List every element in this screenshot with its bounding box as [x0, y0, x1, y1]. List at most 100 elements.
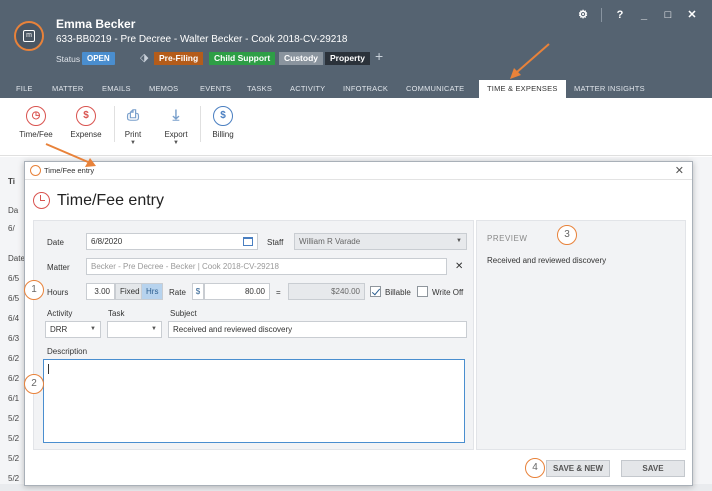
write-off-label: Write Off	[432, 288, 464, 297]
billing-dollar-icon: $	[213, 106, 233, 126]
dialog-window-title: Time/Fee entry	[44, 166, 95, 175]
activity-select[interactable]: DRR ▼	[45, 321, 101, 338]
export-button[interactable]: ⤓ Export ▼	[159, 106, 193, 146]
clock-icon	[30, 165, 41, 176]
toolbar-separator	[200, 106, 201, 142]
expense-button[interactable]: $ Expense	[66, 106, 106, 139]
menu-matter[interactable]: MATTER	[52, 80, 83, 98]
printer-icon: ⎙	[126, 107, 139, 124]
callout-1: 1	[24, 280, 44, 300]
table-row[interactable]: 5/2	[8, 454, 19, 463]
menu-time-expenses[interactable]: TIME & EXPENSES	[479, 80, 566, 98]
time-fee-entry-dialog: Time/Fee entry ✕ Time/Fee entry Date 6/8…	[24, 161, 693, 486]
tag-custody[interactable]: Custody	[279, 52, 323, 65]
help-icon[interactable]: ?	[608, 7, 632, 23]
staff-select[interactable]: William R Varade ▼	[294, 233, 467, 250]
client-name: Emma Becker	[56, 17, 136, 31]
chevron-down-icon: ▼	[173, 140, 179, 146]
time-fee-label: Time/Fee	[19, 130, 53, 139]
expense-label: Expense	[70, 130, 102, 139]
billable-label: Billable	[385, 288, 411, 297]
menu-bar: FILE MATTER EMAILS MEMOS EVENTS TASKS AC…	[0, 80, 712, 98]
table-row[interactable]: 6/5	[8, 294, 19, 303]
dialog-close-button[interactable]: ✕	[675, 164, 684, 177]
currency-symbol: $	[192, 283, 204, 300]
activity-label: Activity	[47, 309, 73, 318]
table-row[interactable]: 5/2	[8, 474, 19, 483]
dollar-icon: $	[76, 106, 96, 126]
clock-icon	[33, 192, 50, 209]
menu-events[interactable]: EVENTS	[200, 80, 231, 98]
table-row[interactable]: 6/3	[8, 334, 19, 343]
date-label: Date	[47, 238, 64, 247]
tag-icon: ⬗	[140, 52, 149, 64]
callout-3: 3	[557, 225, 577, 245]
time-fee-button[interactable]: ◷ Time/Fee	[16, 106, 56, 139]
tab-fragment[interactable]: Ti	[8, 177, 15, 186]
table-row[interactable]: 6/2	[8, 374, 19, 383]
billable-checkbox[interactable]	[370, 286, 381, 297]
close-icon[interactable]: ✕	[680, 7, 704, 23]
hours-input[interactable]: 3.00	[86, 283, 115, 300]
description-textarea[interactable]	[43, 359, 465, 443]
tag-child-support[interactable]: Child Support	[209, 52, 276, 65]
maximize-icon[interactable]: □	[656, 7, 680, 23]
print-label: Print	[124, 130, 142, 139]
table-row[interactable]: 6/2	[8, 354, 19, 363]
write-off-checkbox[interactable]	[417, 286, 428, 297]
tag-property[interactable]: Property	[325, 52, 370, 65]
matter-line: 633-BB0219 - Pre Decree - Walter Becker …	[56, 34, 348, 45]
matter-label: Matter	[47, 263, 70, 272]
tag-pre-filing[interactable]: Pre-Filing	[154, 52, 204, 65]
chevron-down-icon: ▼	[130, 140, 136, 146]
minimize-icon[interactable]: _	[632, 7, 656, 23]
matter-field[interactable]: Becker - Pre Decree - Becker | Cook 2018…	[86, 258, 447, 275]
column-header-date[interactable]: Date	[8, 254, 25, 263]
chevron-down-icon: ▼	[90, 326, 96, 332]
clear-matter-button[interactable]: ✕	[455, 261, 463, 272]
menu-matter-insights[interactable]: MATTER INSIGHTS	[574, 80, 645, 98]
add-tag-button[interactable]: +	[375, 48, 383, 64]
settings-icon[interactable]: ⚙	[571, 7, 595, 23]
staff-label: Staff	[267, 238, 284, 247]
preview-heading: PREVIEW	[487, 234, 528, 243]
chevron-down-icon: ▼	[151, 326, 157, 332]
table-row[interactable]: 5/2	[8, 434, 19, 443]
separator	[601, 8, 602, 22]
rate-input[interactable]: 80.00	[204, 283, 270, 300]
hours-toggle[interactable]: Hrs	[141, 283, 164, 300]
date-field[interactable]: 6/8/2020	[86, 233, 258, 250]
task-select[interactable]: ▼	[107, 321, 162, 338]
save-button[interactable]: SAVE	[621, 460, 685, 477]
toolbar-separator	[114, 106, 115, 142]
save-and-new-button[interactable]: SAVE & NEW	[546, 460, 610, 477]
status-badge[interactable]: OPEN	[82, 52, 115, 65]
activity-value: DRR	[50, 325, 68, 334]
table-row[interactable]: 6/1	[8, 394, 19, 403]
subject-input[interactable]: Received and reviewed discovery	[168, 321, 467, 338]
table-row[interactable]: 6/5	[8, 274, 19, 283]
description-label: Description	[47, 347, 88, 356]
callout-2: 2	[24, 374, 44, 394]
chevron-down-icon: ▼	[456, 238, 462, 244]
filter-date-fragment[interactable]: 6/	[8, 224, 15, 233]
app-header: m Emma Becker 633-BB0219 - Pre Decree - …	[0, 0, 712, 80]
equals-sign: =	[276, 288, 281, 297]
staff-value: William R Varade	[299, 237, 361, 246]
menu-communicate[interactable]: COMMUNICATE	[406, 80, 464, 98]
text-cursor	[48, 364, 49, 374]
print-button[interactable]: ⎙ Print ▼	[118, 106, 148, 146]
export-download-icon: ⤓	[172, 107, 180, 124]
menu-activity[interactable]: ACTIVITY	[290, 80, 325, 98]
table-row[interactable]: 5/2	[8, 414, 19, 423]
menu-tasks[interactable]: TASKS	[247, 80, 272, 98]
table-row[interactable]: 6/4	[8, 314, 19, 323]
menu-file[interactable]: FILE	[16, 80, 33, 98]
rate-label: Rate	[169, 288, 186, 297]
billing-button[interactable]: $ Billing	[207, 106, 239, 139]
menu-memos[interactable]: MEMOS	[149, 80, 178, 98]
subject-label: Subject	[170, 309, 197, 318]
calendar-icon[interactable]	[243, 237, 253, 246]
menu-infotrack[interactable]: INFOTRACK	[343, 80, 388, 98]
menu-emails[interactable]: EMAILS	[102, 80, 131, 98]
